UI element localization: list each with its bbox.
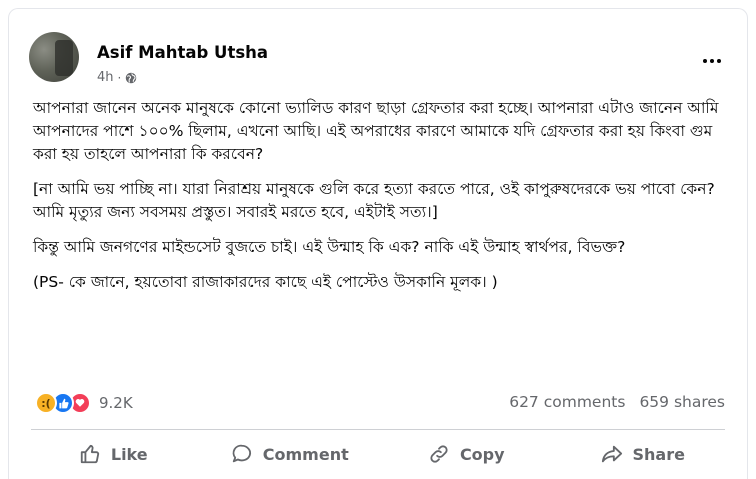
share-label: Share — [632, 444, 685, 464]
more-dot-icon — [703, 59, 707, 63]
comment-label: Comment — [262, 444, 349, 464]
thumbs-up-icon — [80, 444, 99, 464]
post-card: Asif Mahtab Utsha 4h · আপনারা জানেন অনেক… — [8, 8, 748, 479]
divider — [31, 429, 725, 430]
post-paragraph: আপনারা জানেন অনেক মানুষকে কোনো ভ্যালিড ক… — [33, 99, 719, 163]
reactions-summary[interactable]: :( 9.2K — [35, 392, 133, 414]
share-button[interactable]: Share — [555, 434, 732, 474]
post-body: আপনারা জানেন অনেক মানুষকে কোনো ভ্যালিড ক… — [33, 97, 733, 306]
avatar[interactable] — [29, 32, 79, 82]
post-paragraph: [না আমি ভয় পাচ্ছি না। যারা নিরাশ্রয় মা… — [33, 180, 715, 221]
more-options-button[interactable] — [697, 49, 727, 73]
more-dot-icon — [717, 59, 721, 63]
post-paragraph: কিন্তু আমি জনগণের মাইন্ডসেট বুজতে চাই। এ… — [33, 238, 626, 256]
post-stats: 627 comments 659 shares — [509, 393, 725, 411]
copy-button[interactable]: Copy — [378, 434, 555, 474]
separator-dot: · — [117, 70, 122, 85]
sad-reaction-icon: :( — [35, 392, 57, 414]
globe-icon[interactable] — [125, 72, 137, 84]
comment-icon — [232, 444, 251, 463]
author-name[interactable]: Asif Mahtab Utsha — [97, 43, 268, 62]
reaction-count[interactable]: 9.2K — [99, 394, 133, 412]
like-button[interactable]: Like — [25, 434, 202, 474]
post-time[interactable]: 4h — [97, 70, 114, 85]
comments-count[interactable]: 627 comments — [509, 393, 625, 411]
copy-label: Copy — [459, 444, 505, 464]
share-arrow-icon — [601, 445, 622, 463]
post-meta: 4h · — [97, 70, 137, 85]
shares-count[interactable]: 659 shares — [639, 393, 725, 411]
more-dot-icon — [710, 59, 714, 63]
action-bar: Like Comment Copy Share — [25, 433, 731, 475]
comment-button[interactable]: Comment — [202, 434, 379, 474]
post-paragraph: (PS- কে জানে, হয়তোবা রাজাকারদের কাছে এই… — [33, 273, 498, 291]
link-icon — [430, 445, 448, 463]
like-label: Like — [110, 444, 148, 464]
